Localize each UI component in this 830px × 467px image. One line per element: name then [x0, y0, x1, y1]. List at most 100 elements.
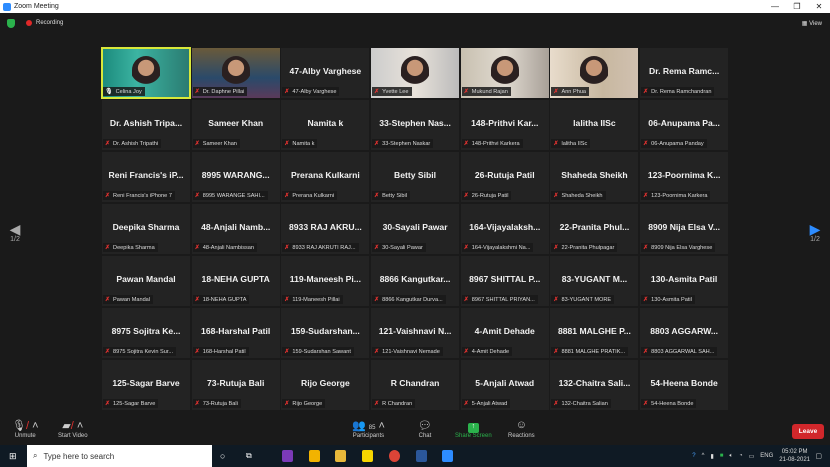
- close-button[interactable]: ✕: [808, 2, 830, 11]
- language-indicator[interactable]: ENG: [760, 453, 773, 459]
- participant-tile[interactable]: ✗ Mukund Rajan: [460, 48, 549, 98]
- participant-tile[interactable]: Deepika Sharma ✗ Deepika Sharma: [102, 204, 190, 254]
- participants-button[interactable]: 👥 85 ˄ Participants: [352, 419, 385, 439]
- chevron-up-icon[interactable]: ^: [702, 453, 705, 459]
- onenote-icon[interactable]: [282, 450, 293, 462]
- participant-tile[interactable]: Rijo George ✗ Rijo George: [281, 360, 370, 410]
- participant-tile[interactable]: 8866 Kangutkar... ✗ 8866 Kangutkar Durva..…: [371, 256, 460, 306]
- participant-tile[interactable]: Dr. Rema Ramc... ✗ Dr. Rema Ramchandran: [640, 48, 729, 98]
- participant-tile[interactable]: Betty Sibil ✗ Betty Sibil: [371, 152, 460, 202]
- app-tray-icon[interactable]: ■: [720, 453, 724, 459]
- usb-icon[interactable]: ▮: [710, 453, 713, 460]
- muted-mic-icon: ✗: [553, 297, 559, 303]
- windows-start-icon[interactable]: ⊞: [9, 451, 17, 462]
- participant-tile[interactable]: Prerana Kulkarni ✗ Prerana Kulkarni: [281, 152, 370, 202]
- participant-label: ✗ 18-NEHA GUPTA: [192, 295, 250, 304]
- participant-tile[interactable]: Pawan Mandal ✗ Pawan Mandal: [102, 256, 190, 306]
- participant-tile[interactable]: 22-Pranita Phul... ✗ 22-Pranita Phulpagar: [550, 204, 639, 254]
- taskbar-search-input[interactable]: ⌕ Type here to search: [27, 445, 212, 467]
- participant-tile[interactable]: ✗ Ann Phua: [550, 48, 639, 98]
- file-explorer-icon[interactable]: [335, 450, 346, 462]
- participant-tile[interactable]: Shaheda Sheikh ✗ Shaheda Sheikh: [550, 152, 639, 202]
- participant-tile[interactable]: Reni Francis's iP... ✗ Reni Francis's iPho…: [102, 152, 190, 202]
- participant-label: ✗ Pawan Mandal: [103, 295, 154, 304]
- participant-tile[interactable]: 06-Anupama Pa... ✗ 06-Anupama Panday: [640, 100, 729, 150]
- participant-tile[interactable]: 8975 Sojitra Ke... ✗ 8975 Sojitra Kevin Su…: [102, 308, 190, 358]
- participant-tile[interactable]: 164-Vijayalaksh... ✗ 164-Vijayalakshmi Na.…: [460, 204, 549, 254]
- participant-tile[interactable]: 4-Amit Dehade ✗ 4-Amit Dehade: [460, 308, 549, 358]
- help-icon[interactable]: ?: [692, 453, 695, 459]
- notifications-icon[interactable]: ▢: [815, 452, 822, 460]
- participant-tile[interactable]: 47-Alby Varghese ✗ 47-Alby Varghese: [281, 48, 370, 98]
- participant-tile[interactable]: 🎙︎ Celina Joy: [101, 47, 191, 99]
- participant-tile[interactable]: 73-Rutuja Bali ✗ 73-Rutuja Bali: [191, 360, 280, 410]
- reactions-button[interactable]: ☺ Reactions: [508, 419, 535, 439]
- maximize-button[interactable]: ❐: [786, 2, 808, 11]
- participant-name-display: 8866 Kangutkar...: [379, 274, 451, 284]
- participant-label-text: 22-Pranita Phulpagar: [561, 244, 615, 251]
- participant-tile[interactable]: 130-Asmita Patil ✗ 130-Asmita Patil: [640, 256, 729, 306]
- file-icon[interactable]: [309, 450, 320, 462]
- battery-icon[interactable]: ▭: [749, 453, 755, 460]
- minimize-button[interactable]: —: [764, 2, 786, 11]
- participant-tile[interactable]: 8803 AGGARW... ✗ 8803 AGGARWAL SAH...: [640, 308, 729, 358]
- volume-icon[interactable]: 🔈︎: [729, 453, 733, 460]
- participant-tile[interactable]: R Chandran ✗ R Chandran: [371, 360, 460, 410]
- participant-tile[interactable]: 54-Heena Bonde ✗ 54-Heena Bonde: [640, 360, 729, 410]
- participant-name-display: lalitha IISc: [573, 118, 616, 128]
- participant-tile[interactable]: 8933 RAJ AKRU... ✗ 8933 RAJ AKRUTI RAJ...: [281, 204, 370, 254]
- muted-mic-icon: ✗: [643, 89, 649, 95]
- leave-button[interactable]: Leave: [792, 424, 824, 439]
- start-video-button[interactable]: ▰/ ˄ Start Video: [58, 419, 88, 439]
- unmute-button[interactable]: 🎙︎/ ˄ Unmute: [12, 419, 39, 439]
- participant-tile[interactable]: 8909 Nija Elsa V... ✗ 8909 Nija Elsa Vargh…: [640, 204, 729, 254]
- participant-tile[interactable]: 5-Anjali Atwad ✗ 5-Anjali Atwad: [460, 360, 549, 410]
- chat-button[interactable]: 💬︎ Chat: [418, 419, 432, 439]
- participant-tile[interactable]: 125-Sagar Barve ✗ 125-Sagar Barve: [102, 360, 190, 410]
- clock[interactable]: 05:02 PM 21-08-2021: [779, 448, 810, 464]
- participant-tile[interactable]: 159-Sudarshan... ✗ 159-Sudarshan Sawant: [281, 308, 370, 358]
- unmute-label: Unmute: [14, 433, 36, 439]
- participant-tile[interactable]: lalitha IISc ✗ lalitha IISc: [550, 100, 639, 150]
- view-button[interactable]: ▦ View: [802, 20, 822, 27]
- participant-tile[interactable]: 168-Harshal Patil ✗ 168-Harshal Patil: [191, 308, 280, 358]
- participant-tile[interactable]: 119-Maneesh Pi... ✗ 119-Maneesh Pillai: [281, 256, 370, 306]
- participant-label: ✗ 159-Sudarshan Sawant: [282, 347, 354, 356]
- participant-label-text: lalitha IISc: [561, 140, 588, 147]
- participant-tile[interactable]: ✗ Yvette Lee: [371, 48, 460, 98]
- participant-label-text: Celina Joy: [115, 88, 142, 95]
- word-icon[interactable]: [416, 450, 427, 462]
- participant-tile[interactable]: 30-Sayali Pawar ✗ 30-Sayali Pawar: [371, 204, 460, 254]
- participant-tile[interactable]: 26-Rutuja Patil ✗ 26-Rutuja Patil: [460, 152, 549, 202]
- participant-tile[interactable]: 33-Stephen Nas... ✗ 33-Stephen Naskar: [371, 100, 460, 150]
- participant-tile[interactable]: 148-Prithvi Kar... ✗ 148-Prithvi Karkera: [460, 100, 549, 150]
- muted-mic-icon: ✗: [643, 349, 649, 355]
- participant-tile[interactable]: Sameer Khan ✗ Sameer Khan: [191, 100, 280, 150]
- participant-tile[interactable]: 83-YUGANT M... ✗ 83-YUGANT MORE: [550, 256, 639, 306]
- mic-icon: 🎙︎: [105, 89, 113, 95]
- participant-tile[interactable]: 123-Poornima K... ✗ 123-Poornima Karkera: [640, 152, 729, 202]
- participant-name-display: 83-YUGANT M...: [561, 274, 628, 284]
- participant-tile[interactable]: ✗ Dr. Daphne Pillai: [191, 48, 280, 98]
- prev-page-button[interactable]: ◀ 1/2: [5, 222, 25, 243]
- task-view-icon[interactable]: ⧉: [246, 451, 252, 461]
- wifi-icon[interactable]: ◔: [739, 453, 743, 459]
- muted-mic-icon: ✗: [463, 193, 469, 199]
- participant-tile[interactable]: Namita k ✗ Namita k: [281, 100, 370, 150]
- participant-tile[interactable]: 121-Vaishnavi N... ✗ 121-Vaishnavi Nemade: [371, 308, 460, 358]
- cortana-icon[interactable]: ○: [220, 451, 225, 461]
- participant-tile[interactable]: 8967 SHITTAL P... ✗ 8967 SHITTAL PRIYAN...: [460, 256, 549, 306]
- participant-label: ✗ 8995 WARANGE SAHI...: [192, 191, 268, 200]
- sticky-notes-icon[interactable]: [362, 450, 373, 462]
- participant-tile[interactable]: 8995 WARANG... ✗ 8995 WARANGE SAHI...: [191, 152, 280, 202]
- participant-tile[interactable]: 8881 MALGHE P... ✗ 8881 MALGHE PRATIK...: [550, 308, 639, 358]
- participant-tile[interactable]: Dr. Ashish Tripa... ✗ Dr. Ashish Tripathi: [102, 100, 190, 150]
- participant-tile[interactable]: 48-Anjali Namb... ✗ 48-Anjali Nambissan: [191, 204, 280, 254]
- share-screen-button[interactable]: ↑ Share Screen: [455, 419, 492, 439]
- participant-tile[interactable]: 132-Chaitra Sali... ✗ 132-Chaitra Salian: [550, 360, 639, 410]
- chrome-icon[interactable]: [389, 450, 400, 462]
- zoom-taskbar-icon[interactable]: [442, 450, 453, 462]
- next-page-button[interactable]: ▶ 1/2: [805, 222, 825, 243]
- participant-name-display: 132-Chaitra Sali...: [558, 378, 631, 388]
- participant-tile[interactable]: 18-NEHA GUPTA ✗ 18-NEHA GUPTA: [191, 256, 280, 306]
